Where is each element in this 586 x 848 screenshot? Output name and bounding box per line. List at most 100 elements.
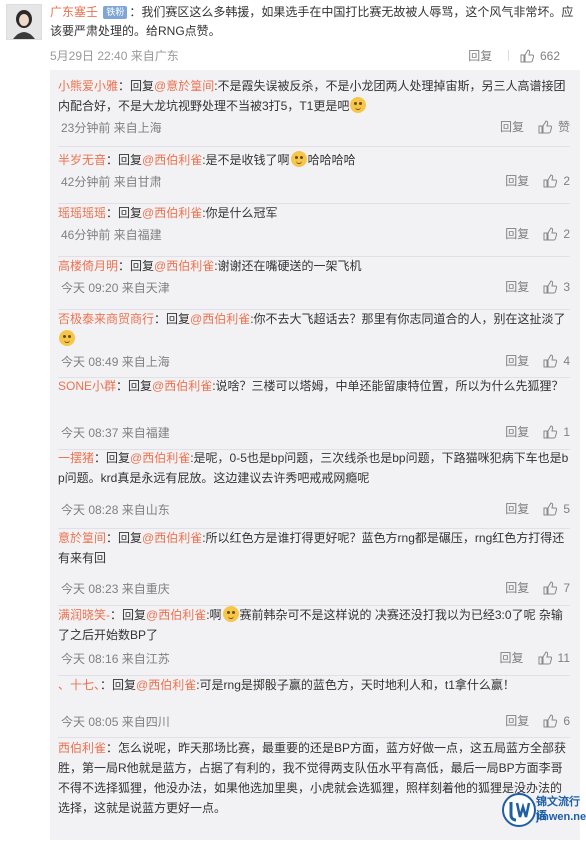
reply-time: 23分钟前 来自上海 bbox=[61, 121, 162, 135]
reply-prefix: ：回复 bbox=[106, 153, 143, 167]
mention-link[interactable]: @西伯利雀 bbox=[154, 259, 214, 273]
watermark-logo: 锦文流行语 jinwen.net bbox=[502, 791, 586, 831]
reply-button[interactable]: 回复 bbox=[505, 581, 529, 595]
reply-time: 今天 08:05 来自四川 bbox=[61, 715, 170, 729]
comment-time: 5月29日 22:40 来自广东 bbox=[50, 49, 179, 63]
reply-username[interactable]: 高楼倚月明 bbox=[58, 259, 118, 273]
reply-item: 西伯利雀：怎么说呢，昨天那场比赛，最重要的还是BP方面，蓝方好做一点，这五局蓝方… bbox=[58, 738, 570, 848]
reply-text: 西伯利雀：怎么说呢，昨天那场比赛，最重要的还是BP方面，蓝方好做一点，这五局蓝方… bbox=[58, 738, 570, 818]
reply-body: :你不去大飞超话去？那里有你志同道合的人，别在这扯淡了 bbox=[250, 312, 566, 326]
like-count: 662 bbox=[539, 49, 560, 63]
reply-actions: 回复 赞 bbox=[500, 118, 570, 135]
reply-button[interactable]: 回复 bbox=[500, 651, 524, 665]
reply-button[interactable]: 回复 bbox=[500, 120, 524, 134]
reply-username[interactable]: 意於篁间 bbox=[58, 531, 106, 545]
reply-button[interactable]: 回复 bbox=[468, 49, 492, 63]
comment-body: ：我们赛区这么多韩援，如果选手在中国打比赛无故被人辱骂，这个风气非常坏。应该要严… bbox=[50, 5, 574, 38]
comment-actions: 回复 662 bbox=[468, 47, 560, 64]
mention-link[interactable]: @西伯利雀 bbox=[142, 531, 202, 545]
reply-prefix: ：回复 bbox=[154, 312, 191, 326]
like-button[interactable]: 5 bbox=[543, 502, 570, 516]
reply-meta: 今天 08:28 来自山东 回复 5 bbox=[58, 499, 570, 517]
mention-link[interactable]: @西伯利雀 bbox=[136, 678, 196, 692]
like-button[interactable]: 6 bbox=[543, 714, 570, 728]
like-count: 5 bbox=[563, 502, 570, 516]
reply-body: :谢谢还在嘴硬送的一架飞机 bbox=[214, 259, 362, 273]
like-count: 2 bbox=[563, 227, 570, 241]
reply-username[interactable]: 满润晓笑- bbox=[58, 608, 110, 622]
reply-meta: 今天 09:20 来自天津 回复 3 bbox=[58, 277, 570, 295]
emoji-icon bbox=[290, 151, 307, 167]
mention-link[interactable]: @西伯利雀 bbox=[142, 206, 202, 220]
like-button[interactable]: 11 bbox=[538, 651, 570, 665]
reply-prefix: ：回复 bbox=[118, 259, 155, 273]
reply-item: 半岁无音：回复@西伯利雀:是不是收钱了啊 哈哈哈哈 42分钟前 来自甘肃 回复 2 bbox=[58, 150, 570, 204]
reply-item: 满润晓笑-：回复@西伯利雀:啊 赛前韩杂可不是这样说的 决赛还没打我以为已经3:0… bbox=[58, 605, 570, 676]
reply-text: 瑶瑶瑶瑶：回复@西伯利雀:你是什么冠军 bbox=[58, 203, 570, 223]
reply-actions: 回复 2 bbox=[505, 172, 570, 189]
emoji-icon bbox=[222, 606, 239, 622]
reply-prefix: ：回复 bbox=[106, 206, 143, 220]
reply-text: 一摆猪：回复@西伯利雀:是呢，0-5也是bp问题，三次线杀也是bp问题，下路猫咪… bbox=[58, 448, 570, 488]
like-count: 3 bbox=[563, 280, 570, 294]
like-button[interactable]: 1 bbox=[543, 425, 570, 439]
mention-link[interactable]: @西伯利雀 bbox=[152, 379, 212, 393]
reply-username[interactable]: 半岁无音 bbox=[58, 153, 106, 167]
like-button[interactable]: 662 bbox=[520, 49, 560, 63]
reply-text: 、十七、：回复@西伯利雀:可是rng是掷骰子赢的蓝色方，天时地利人和，t1拿什么… bbox=[58, 675, 570, 695]
reply-username[interactable]: 小熊爱小雅 bbox=[58, 79, 118, 93]
reply-username[interactable]: 瑶瑶瑶瑶 bbox=[58, 206, 106, 220]
reply-item: 意於篁间：回复@西伯利雀:所以红色方是谁打得更好呢？蓝色方rng都是碾压，rng… bbox=[58, 528, 570, 606]
reply-username[interactable]: 否极泰来商贸商行 bbox=[58, 312, 154, 326]
reply-body-after: 哈哈哈哈 bbox=[307, 153, 356, 167]
reply-button[interactable]: 回复 bbox=[505, 714, 529, 728]
mention-link[interactable]: @西伯利雀 bbox=[142, 153, 202, 167]
avatar[interactable] bbox=[6, 4, 42, 40]
reply-button[interactable]: 回复 bbox=[505, 280, 529, 294]
reply-prefix: ：回复 bbox=[100, 678, 137, 692]
like-button[interactable]: 2 bbox=[543, 174, 570, 188]
reply-body: :啊 bbox=[206, 608, 222, 622]
watermark-url: jinwen.net bbox=[536, 811, 586, 823]
reply-username[interactable]: 一摆猪 bbox=[58, 451, 94, 465]
comment-username[interactable]: 广东塞壬 bbox=[50, 5, 98, 19]
mention-link[interactable]: @西伯利雀 bbox=[190, 312, 250, 326]
reply-body: :说啥？三楼可以塔姆，中单还能留康特位置，所以为什么先狐狸？ bbox=[212, 379, 564, 393]
like-button[interactable]: 2 bbox=[543, 227, 570, 241]
reply-prefix: ： bbox=[106, 741, 119, 755]
comment-meta: 5月29日 22:40 来自广东 回复 662 bbox=[50, 44, 570, 66]
mention-link[interactable]: @西伯利雀 bbox=[146, 608, 206, 622]
reply-username[interactable]: SONE小群 bbox=[58, 379, 116, 393]
like-button[interactable]: 4 bbox=[543, 354, 570, 368]
like-button[interactable]: 3 bbox=[543, 280, 570, 294]
reply-button[interactable]: 回复 bbox=[505, 174, 529, 188]
reply-item: 瑶瑶瑶瑶：回复@西伯利雀:你是什么冠军 46分钟前 来自福建 回复 2 bbox=[58, 203, 570, 257]
thumb-up-icon bbox=[543, 174, 558, 188]
fan-badge[interactable]: 铁粉 bbox=[103, 6, 128, 19]
reply-button[interactable]: 回复 bbox=[505, 502, 529, 516]
main-comment: 广东塞壬 铁粉 ：我们赛区这么多韩援，如果选手在中国打比赛无故被人辱骂，这个风气非… bbox=[50, 3, 580, 41]
reply-button[interactable]: 回复 bbox=[505, 354, 529, 368]
reply-meta: 46分钟前 来自福建 回复 2 bbox=[58, 224, 570, 242]
reply-button[interactable]: 回复 bbox=[505, 425, 529, 439]
divider bbox=[507, 50, 509, 61]
watermark-logo-icon bbox=[502, 793, 536, 827]
like-count: 赞 bbox=[557, 120, 570, 134]
reply-button[interactable]: 回复 bbox=[505, 227, 529, 241]
thumb-up-icon bbox=[543, 502, 558, 516]
reply-username[interactable]: 、十七、 bbox=[58, 678, 100, 692]
reply-time: 今天 08:23 来自重庆 bbox=[61, 582, 170, 596]
reply-meta: 23分钟前 来自上海 回复 赞 bbox=[58, 117, 570, 135]
thumb-up-icon bbox=[543, 581, 558, 595]
reply-actions: 回复 2 bbox=[505, 225, 570, 242]
like-button[interactable]: 赞 bbox=[538, 120, 570, 134]
reply-actions: 回复 4 bbox=[505, 352, 570, 369]
reply-prefix: ：回复 bbox=[110, 608, 147, 622]
mention-link[interactable]: @西伯利雀 bbox=[130, 451, 190, 465]
reply-time: 今天 09:20 来自天津 bbox=[61, 281, 170, 295]
reply-body: :你是什么冠军 bbox=[202, 206, 278, 220]
reply-username[interactable]: 西伯利雀 bbox=[58, 741, 106, 755]
reply-time: 今天 08:28 来自山东 bbox=[61, 503, 170, 517]
mention-link[interactable]: @意於篁间 bbox=[154, 79, 214, 93]
like-button[interactable]: 7 bbox=[543, 581, 570, 595]
